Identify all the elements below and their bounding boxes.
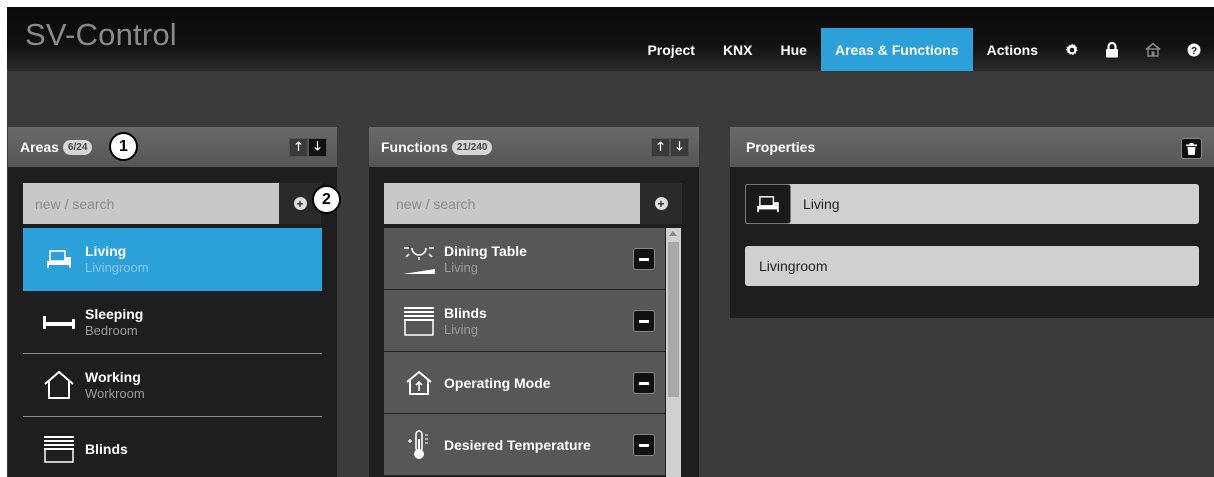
scroll-up-arrow-icon[interactable]: [669, 231, 677, 236]
remove-function-button[interactable]: [633, 248, 655, 270]
function-area: Living: [444, 259, 478, 275]
function-name: Blinds: [444, 304, 487, 321]
sofa-icon: [37, 240, 81, 278]
areas-list: Living Livingroom Sleeping Bedroom Worki…: [23, 228, 322, 477]
areas-search-row: +: [23, 183, 321, 224]
plus-icon: +: [293, 197, 307, 210]
icon-picker-button[interactable]: [745, 184, 791, 224]
app-title: SV-Control: [25, 17, 177, 52]
nav-project[interactable]: Project: [633, 28, 708, 71]
nav-knx[interactable]: KNX: [709, 28, 767, 71]
list-item-working[interactable]: Working Workroom: [23, 354, 322, 417]
function-name: Desiered Temperature: [444, 436, 591, 453]
list-item-desired-temperature[interactable]: Desiered Temperature: [384, 414, 665, 476]
arrow-up-icon[interactable]: 🡑: [651, 138, 670, 157]
house-mode-icon: [396, 363, 442, 403]
callout-1: 1: [109, 132, 138, 161]
area-name: Sleeping: [85, 306, 144, 322]
arrow-down-icon[interactable]: 🡓: [308, 138, 327, 157]
blinds-icon: [37, 430, 81, 468]
arrow-up-icon[interactable]: 🡑: [289, 138, 308, 157]
top-bar: SV-Control Project KNX Hue Areas & Funct…: [7, 7, 1214, 71]
add-function-button[interactable]: +: [640, 183, 682, 224]
help-icon[interactable]: ?: [1174, 28, 1214, 71]
functions-panel-header: Functions 21/240 🡑 🡓: [369, 127, 699, 167]
lock-icon[interactable]: [1092, 28, 1132, 71]
list-item-blinds[interactable]: Blinds Living: [384, 290, 665, 352]
properties-panel-header: Properties: [730, 127, 1214, 167]
plus-icon: +: [654, 197, 668, 210]
remove-function-button[interactable]: [633, 310, 655, 332]
function-area: Living: [444, 321, 478, 337]
trash-icon[interactable]: [1181, 138, 1202, 159]
function-name: Operating Mode: [444, 374, 551, 391]
functions-panel: Functions 21/240 🡑 🡓 + Dining Table Livi…: [369, 127, 699, 477]
scroll-thumb[interactable]: [668, 242, 679, 397]
areas-search-input[interactable]: [23, 183, 279, 224]
area-room: Livingroom: [85, 260, 149, 275]
list-item-dining-table[interactable]: Dining Table Living: [384, 228, 665, 290]
areas-title: Areas: [20, 139, 59, 155]
dimmer-light-icon: [396, 239, 442, 279]
properties-title: Properties: [746, 139, 816, 155]
list-item-blinds[interactable]: Blinds: [23, 417, 322, 477]
area-name-field[interactable]: Living: [791, 196, 840, 212]
properties-panel: Properties Living Livingroom: [730, 127, 1214, 318]
functions-scrollbar[interactable]: [666, 228, 681, 477]
thermometer-icon: [396, 425, 442, 465]
toolbar-band: [7, 71, 1214, 127]
home-icon[interactable]: [1132, 28, 1174, 71]
minus-icon: [639, 443, 649, 447]
functions-search-input[interactable]: [384, 183, 640, 224]
svg-text:?: ?: [1191, 46, 1197, 57]
functions-title: Functions: [381, 139, 448, 155]
list-item-living[interactable]: Living Livingroom: [23, 228, 322, 291]
area-room: Bedroom: [85, 323, 138, 338]
minus-icon: [639, 257, 649, 261]
functions-search-row: +: [384, 183, 682, 224]
area-room-field[interactable]: Livingroom: [745, 246, 1199, 286]
functions-count-badge: 21/240: [451, 139, 493, 155]
app-window: SV-Control Project KNX Hue Areas & Funct…: [7, 7, 1214, 477]
minus-icon: [639, 319, 649, 323]
gear-icon[interactable]: [1052, 28, 1092, 71]
nav-actions[interactable]: Actions: [973, 28, 1052, 71]
remove-function-button[interactable]: [633, 434, 655, 456]
remove-function-button[interactable]: [633, 372, 655, 394]
properties-actions: [1181, 138, 1202, 159]
callout-2: 2: [312, 185, 341, 214]
nav-hue[interactable]: Hue: [767, 28, 821, 71]
house-icon: [37, 366, 81, 404]
main-nav: Project KNX Hue Areas & Functions Action…: [633, 28, 1214, 71]
bed-icon: [37, 303, 81, 341]
area-name: Working: [85, 369, 141, 385]
blinds-icon: [396, 301, 442, 341]
areas-panel-header: Areas 6/24 1 🡑 🡓: [8, 127, 337, 167]
functions-list: Dining Table Living Blinds Living Operat…: [384, 228, 681, 477]
property-name-row: Living: [745, 184, 1199, 224]
minus-icon: [639, 381, 649, 385]
function-name: Dining Table: [444, 242, 527, 259]
arrow-down-icon[interactable]: 🡓: [670, 138, 689, 157]
list-item-sleeping[interactable]: Sleeping Bedroom: [23, 291, 322, 354]
areas-count-badge: 6/24: [62, 139, 93, 155]
area-name: Blinds: [85, 440, 128, 457]
area-room: Workroom: [85, 386, 145, 401]
list-item-operating-mode[interactable]: Operating Mode: [384, 352, 665, 414]
nav-areas-functions[interactable]: Areas & Functions: [820, 28, 973, 71]
area-name: Living: [85, 243, 127, 259]
functions-sort-buttons: 🡑 🡓: [651, 138, 689, 157]
areas-sort-buttons: 🡑 🡓: [289, 138, 327, 157]
areas-panel: Areas 6/24 1 🡑 🡓 + 2 Living Livingroo: [8, 127, 341, 477]
sofa-icon: [757, 196, 779, 213]
